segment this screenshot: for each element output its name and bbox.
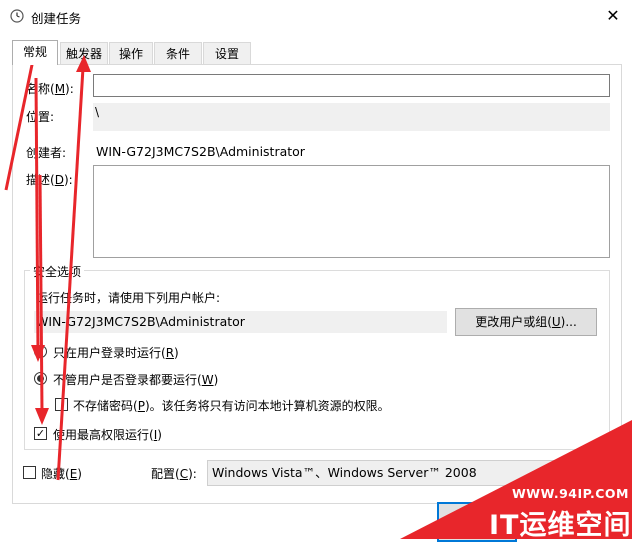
annotation-arrow-triggers — [56, 67, 85, 481]
annotation-arrow-radio — [34, 77, 40, 353]
annotation-arrowhead-triggers — [76, 55, 91, 72]
watermark-brand: IT运维空间 — [489, 510, 632, 541]
annotation-arrowhead-checkbox — [35, 408, 49, 425]
tab-general[interactable]: 常规 — [12, 40, 58, 65]
annotation-arrow-general — [4, 59, 35, 191]
annotation-arrow-checkbox — [38, 174, 44, 413]
watermark-url: WWW.94IP.COM — [512, 486, 629, 501]
